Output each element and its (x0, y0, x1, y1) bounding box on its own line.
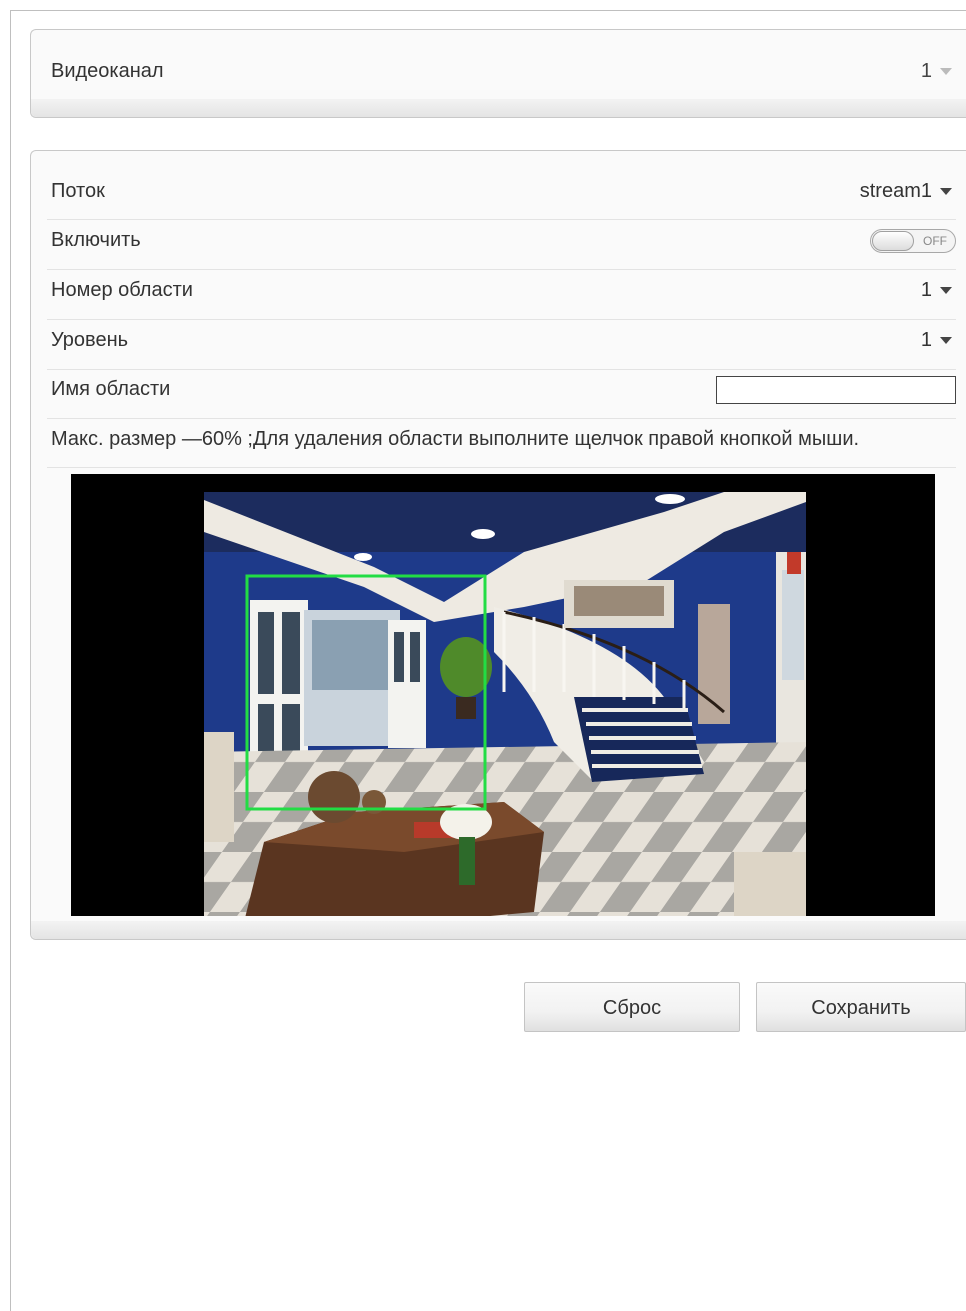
panel-footer (31, 921, 966, 939)
toggle-knob (872, 231, 914, 251)
stream-select-value: stream1 (859, 180, 932, 202)
level-value: 1 (920, 329, 932, 351)
row-divider (47, 369, 956, 370)
area-name-label: Имя области (51, 378, 171, 400)
chevron-down-icon (940, 337, 952, 345)
toggle-state-text: OFF (923, 234, 947, 248)
camera-image (204, 492, 806, 916)
area-number-select[interactable]: 1 (921, 279, 952, 302)
level-label: Уровень (51, 329, 129, 351)
row-divider (47, 319, 956, 320)
max-size-hint: Макс. размер —60% ;Для удаления области … (51, 428, 860, 450)
enable-toggle[interactable]: OFF (870, 229, 956, 253)
channel-select[interactable]: 1 (921, 60, 952, 83)
row-divider (47, 467, 956, 468)
level-select[interactable]: 1 (921, 329, 952, 352)
area-name-input[interactable] (716, 376, 956, 404)
privacy-mask-panel: Поток stream1 Включить OFF Номер области… (30, 150, 966, 940)
row-divider (47, 418, 956, 419)
panel-footer (31, 99, 966, 117)
reset-button[interactable]: Сброс (524, 982, 740, 1032)
enable-label: Включить (51, 229, 141, 251)
stream-label: Поток (51, 180, 105, 202)
stream-select[interactable]: stream1 (860, 180, 952, 203)
area-number-value: 1 (920, 279, 932, 301)
video-preview[interactable] (71, 474, 935, 916)
chevron-down-icon (940, 68, 952, 76)
channel-label: Видеоканал (51, 60, 164, 82)
chevron-down-icon (940, 287, 952, 295)
save-button[interactable]: Сохранить (756, 982, 966, 1032)
chevron-down-icon (940, 188, 952, 196)
row-divider (47, 269, 956, 270)
channel-select-value: 1 (920, 60, 932, 82)
channel-panel: Видеоканал 1 (30, 29, 966, 118)
row-divider (47, 219, 956, 220)
area-number-label: Номер области (51, 279, 193, 301)
